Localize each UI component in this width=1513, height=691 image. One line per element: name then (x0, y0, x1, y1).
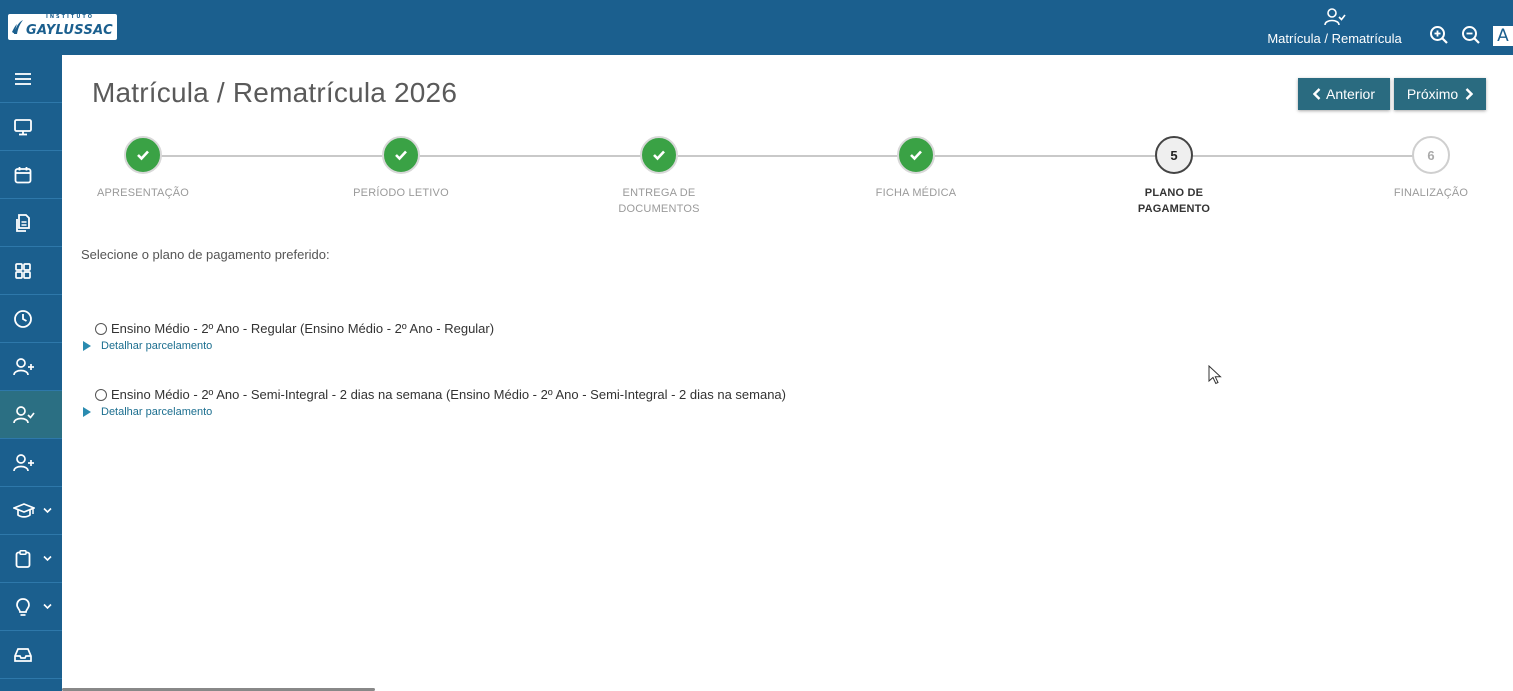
font-size-button[interactable]: A (1493, 26, 1513, 46)
chevron-down-icon (43, 555, 52, 562)
graduation-cap-icon (13, 502, 35, 518)
user-check-icon (13, 405, 35, 423)
step-periodo-letivo[interactable]: PERÍODO LETIVO (331, 136, 471, 201)
sidebar-item-calendar[interactable] (0, 151, 62, 199)
logo-title: GAYLUSSAC (26, 22, 113, 38)
chevron-down-icon (43, 507, 52, 514)
step-circle: 5 (1155, 136, 1193, 174)
grid-icon (15, 262, 31, 279)
plan-option-semi-integral[interactable]: Ensino Médio - 2º Ano - Semi-Integral - … (95, 387, 786, 402)
check-icon (395, 150, 407, 161)
sidebar-item-academic[interactable] (0, 487, 62, 535)
step-label-line: FINALIZAÇÃO (1393, 187, 1469, 199)
sidebar-item-ideas[interactable] (0, 583, 62, 631)
caret-right-icon (83, 407, 91, 417)
next-button[interactable]: Próximo (1394, 78, 1486, 110)
previous-button-label: Anterior (1325, 86, 1376, 102)
chevron-left-icon (1312, 88, 1321, 100)
module-label: Matrícula / Rematrícula (1267, 31, 1402, 46)
step-circle (897, 136, 935, 174)
step-label: FICHA MÉDICA (846, 185, 986, 201)
font-size-icon: A (1497, 26, 1509, 46)
instructions-text: Selecione o plano de pagamento preferido… (81, 247, 330, 262)
plan-option-row: Ensino Médio - 2º Ano - Semi-Integral - … (95, 387, 786, 402)
lightbulb-icon (16, 597, 30, 616)
detail-link-label: Detalhar parcelamento (101, 340, 213, 352)
top-bar: INSTITUTO GAYLUSSAC Matrícula / Rematríc… (0, 0, 1513, 55)
next-button-label: Próximo (1406, 86, 1459, 102)
sidebar-item-add-user-2[interactable] (0, 439, 62, 487)
logo-subtitle: INSTITUTO (46, 13, 95, 20)
sidebar (0, 55, 62, 691)
zoom-in-button[interactable] (1429, 25, 1451, 47)
step-label: APRESENTAÇÃO (73, 185, 213, 201)
step-circle: 6 (1412, 136, 1450, 174)
step-apresentacao[interactable]: APRESENTAÇÃO (73, 136, 213, 201)
school-logo[interactable]: INSTITUTO GAYLUSSAC (8, 14, 117, 40)
step-label-line: APRESENTAÇÃO (96, 187, 190, 199)
plan-radio-semi-integral[interactable] (95, 388, 107, 401)
step-label-line: FICHA MÉDICA (875, 187, 957, 199)
user-check-icon (1323, 8, 1346, 26)
clock-icon (14, 309, 32, 328)
sidebar-item-add-user[interactable] (0, 343, 62, 391)
sidebar-item-clock[interactable] (0, 295, 62, 343)
clipboard-icon (15, 549, 31, 568)
sidebar-item-inbox[interactable] (0, 631, 62, 679)
check-icon (653, 150, 665, 161)
plan-option-row: Ensino Médio - 2º Ano - Regular (Ensino … (95, 321, 494, 336)
sidebar-item-clipboard[interactable] (0, 535, 62, 583)
user-plus-icon (13, 453, 34, 471)
logo-swoosh-icon (12, 20, 23, 34)
step-label-line: ENTREGA DE (622, 187, 696, 199)
step-label: ENTREGA DE DOCUMENTOS (589, 185, 729, 217)
step-label-line: PERÍODO LETIVO (353, 187, 449, 199)
step-circle (382, 136, 420, 174)
step-finalizacao[interactable]: 6 FINALIZAÇÃO (1361, 136, 1501, 201)
caret-right-icon (83, 341, 91, 351)
plan-option-regular[interactable]: Ensino Médio - 2º Ano - Regular (Ensino … (95, 321, 494, 336)
step-circle (124, 136, 162, 174)
monitor-icon (14, 118, 32, 135)
logo-wordmark: INSTITUTO GAYLUSSAC (26, 14, 113, 38)
step-label: PLANO DE PAGAMENTO (1104, 185, 1244, 217)
step-label-line: DOCUMENTOS (618, 203, 700, 215)
step-ficha-medica[interactable]: FICHA MÉDICA (846, 136, 986, 201)
inbox-icon (14, 647, 32, 662)
plan-label: Ensino Médio - 2º Ano - Semi-Integral - … (111, 387, 786, 402)
mouse-cursor-icon (1208, 365, 1222, 385)
step-label-line: PLANO DE (1144, 187, 1204, 199)
detail-installments-link-semi-integral[interactable]: Detalhar parcelamento (83, 406, 212, 418)
plan-label: Ensino Médio - 2º Ano - Regular (Ensino … (111, 321, 495, 336)
step-label: PERÍODO LETIVO (331, 185, 471, 201)
zoom-in-icon (1430, 26, 1448, 44)
previous-button[interactable]: Anterior (1298, 78, 1390, 110)
check-icon (910, 150, 922, 161)
step-entrega-documentos[interactable]: ENTREGA DE DOCUMENTOS (589, 136, 729, 217)
page-title: Matrícula / Rematrícula 2026 (92, 77, 458, 108)
step-plano-pagamento[interactable]: 5 PLANO DE PAGAMENTO (1104, 136, 1244, 217)
zoom-out-button[interactable] (1461, 25, 1483, 47)
sidebar-item-grid[interactable] (0, 247, 62, 295)
chevron-right-icon (1465, 88, 1474, 100)
check-icon (137, 150, 149, 161)
calendar-icon (14, 166, 32, 183)
sidebar-item-documents[interactable] (0, 199, 62, 247)
user-plus-icon (13, 357, 34, 375)
sidebar-item-enrollment[interactable] (0, 391, 62, 439)
chevron-down-icon (43, 603, 52, 610)
step-label: FINALIZAÇÃO (1361, 185, 1501, 201)
current-module[interactable]: Matrícula / Rematrícula (1262, 8, 1407, 50)
sidebar-item-monitor[interactable] (0, 103, 62, 151)
menu-icon (15, 72, 31, 85)
step-label-line: PAGAMENTO (1137, 203, 1211, 215)
detail-installments-link-regular[interactable]: Detalhar parcelamento (83, 340, 212, 352)
documents-icon (16, 213, 30, 232)
plan-radio-regular[interactable] (95, 322, 107, 335)
zoom-out-icon (1462, 26, 1480, 44)
sidebar-item-menu[interactable] (0, 55, 62, 103)
detail-link-label: Detalhar parcelamento (101, 406, 213, 418)
step-circle (640, 136, 678, 174)
